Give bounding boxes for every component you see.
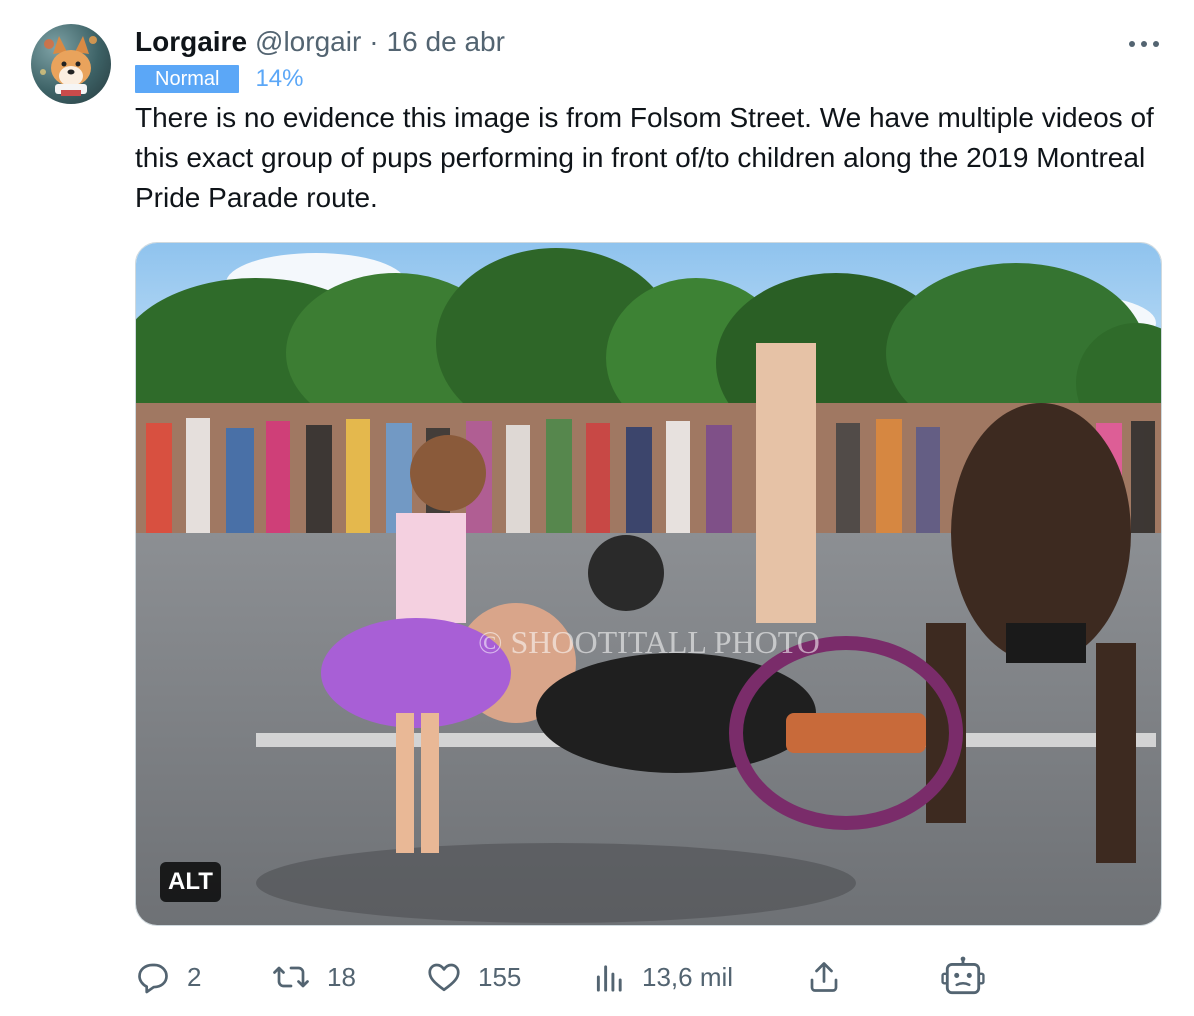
reply-icon [138,963,168,994]
robot-icon [941,956,985,995]
more-button[interactable] [1124,30,1164,58]
views-button[interactable]: 13,6 mil [594,955,733,999]
reply-count: 2 [187,961,202,992]
watermark-text: © SHOOTITALL PHOTO [478,624,820,660]
alt-button[interactable]: ALT [160,862,221,902]
separator: · [369,26,379,57]
tweet-date[interactable]: 16 de abr [387,26,505,58]
like-button[interactable]: 155 [426,955,521,999]
reply-button[interactable]: 2 [135,955,201,999]
parade-photo: © SHOOTITALL PHOTO [136,243,1161,925]
retweet-button[interactable]: 18 [271,955,356,999]
share-button[interactable] [806,955,842,999]
tweet-header: Lorgaire @lorgair · 16 de abr [135,26,505,62]
like-icon [428,963,460,992]
author-handle[interactable]: @lorgair [255,26,361,58]
author-name[interactable]: Lorgaire [135,26,247,58]
tweet-text: There is no evidence this image is from … [135,102,1154,213]
share-icon [810,962,838,992]
retweet-icon [273,966,309,988]
grok-button[interactable] [941,955,985,999]
badge-percent: 14% [255,65,304,92]
action-bar: 2 18 155 13,6 mil [135,955,1165,999]
tweet-image[interactable]: © SHOOTITALL PHOTO [135,242,1162,926]
more-icon [1129,41,1159,47]
views-icon [596,965,622,992]
label-row: Normal 14% [135,65,304,93]
retweet-count: 18 [327,961,356,992]
corgi-avatar [40,36,97,96]
avatar[interactable] [31,24,111,104]
like-count: 155 [478,961,522,992]
view-count: 13,6 mil [642,961,734,992]
normal-badge: Normal [135,65,240,93]
